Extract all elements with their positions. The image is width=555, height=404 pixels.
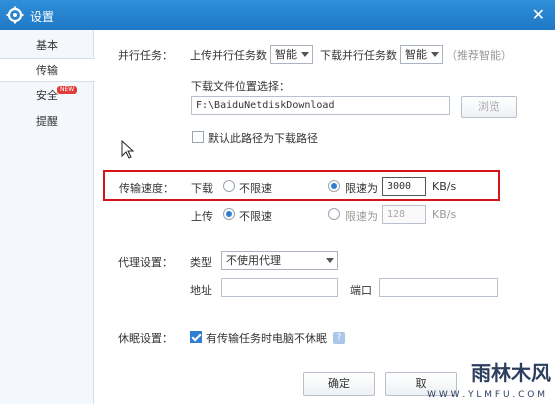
new-badge: NEW (57, 86, 78, 94)
sidebar: 基本 传输 安全 NEW 提醒 (0, 30, 95, 404)
sidebar-item-label: 提醒 (36, 115, 58, 128)
chevron-down-icon (431, 52, 439, 57)
proxy-type-label: 类型 (190, 256, 212, 269)
sidebar-item-label: 安全 (36, 89, 58, 102)
default-path-checkbox[interactable] (192, 131, 204, 143)
upload-limit-input[interactable]: 128 (382, 205, 426, 224)
mouse-pointer-icon (121, 140, 135, 159)
upload-unlimited-radio[interactable] (223, 208, 235, 220)
select-value: 智能 (405, 48, 427, 61)
upload-parallel-label: 上传并行任务数 (190, 49, 267, 62)
sidebar-item-security[interactable]: 安全 NEW (0, 84, 93, 108)
upload-speed-label: 上传 (191, 210, 213, 223)
proxy-label: 代理设置： (118, 256, 173, 269)
upload-unlimited-label: 不限速 (239, 210, 272, 223)
prevent-sleep-label: 有传输任务时电脑不休眠 (206, 332, 327, 345)
proxy-address-label: 地址 (190, 284, 212, 297)
upload-parallel-select[interactable]: 智能 (270, 45, 313, 64)
speed-label: 传输速度： (119, 182, 174, 195)
proxy-port-input[interactable] (379, 278, 498, 297)
prevent-sleep-checkbox[interactable] (190, 331, 202, 343)
download-unit-label: KB/s (432, 180, 457, 193)
title-bar: 设置 ✕ (0, 0, 555, 30)
close-icon[interactable]: ✕ (532, 5, 545, 24)
watermark-logo: 雨林木风 (471, 361, 551, 385)
upload-unit-label: KB/s (432, 208, 457, 221)
download-speed-label: 下载 (191, 182, 213, 195)
sidebar-item-label: 基本 (36, 39, 58, 52)
chevron-down-icon (301, 52, 309, 57)
proxy-type-select[interactable]: 不使用代理 (221, 251, 338, 270)
proxy-port-label: 端口 (350, 284, 372, 297)
sidebar-item-basic[interactable]: 基本 (0, 34, 93, 58)
sidebar-item-label: 传输 (36, 64, 58, 77)
watermark-url: W W W . Y L M F U . C O M (427, 390, 545, 400)
sidebar-item-transfer[interactable]: 传输 (0, 58, 95, 82)
select-value: 不使用代理 (226, 254, 281, 267)
gear-icon (6, 6, 24, 24)
download-limit-radio[interactable] (328, 180, 340, 192)
proxy-address-input[interactable] (221, 278, 338, 297)
upload-limit-radio[interactable] (328, 208, 340, 220)
download-parallel-select[interactable]: 智能 (400, 45, 443, 64)
download-path-input[interactable]: F:\BaiduNetdiskDownload (191, 96, 450, 115)
default-path-label: 默认此路径为下载路径 (208, 132, 318, 145)
browse-button[interactable]: 浏览 (461, 96, 517, 118)
ok-button[interactable]: 确定 (303, 372, 375, 396)
sidebar-item-reminder[interactable]: 提醒 (0, 110, 93, 134)
parallel-hint: （推荐智能） (446, 49, 512, 62)
sleep-label: 休眠设置： (118, 332, 173, 345)
download-unlimited-label: 不限速 (239, 182, 272, 195)
parallel-label: 并行任务： (118, 49, 173, 62)
watermark: 雨林木风 W W W . Y L M F U . C O M (423, 346, 555, 404)
download-limit-label: 限速为 (345, 182, 378, 195)
select-value: 智能 (275, 48, 297, 61)
help-icon[interactable]: ? (333, 332, 345, 344)
download-unlimited-radio[interactable] (223, 180, 235, 192)
upload-limit-label: 限速为 (345, 210, 378, 223)
download-location-label: 下载文件位置选择： (191, 80, 290, 93)
download-parallel-label: 下载并行任务数 (320, 49, 397, 62)
window-title: 设置 (30, 10, 55, 24)
chevron-down-icon (326, 258, 334, 263)
download-limit-input[interactable]: 3000 (382, 177, 426, 196)
